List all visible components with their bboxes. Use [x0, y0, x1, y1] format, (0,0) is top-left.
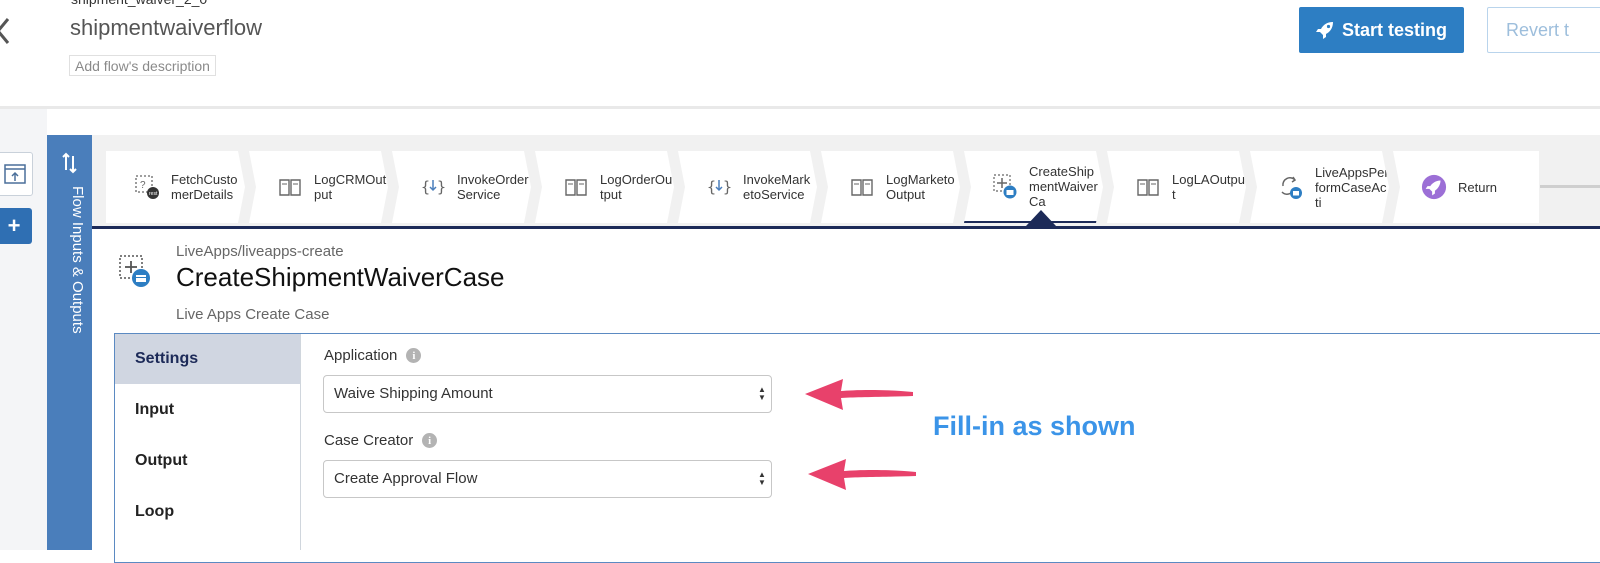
svg-text:{: { — [707, 178, 716, 196]
tab-output[interactable]: Output — [115, 436, 300, 486]
log-book-icon — [563, 174, 589, 200]
activity-name[interactable]: CreateShipmentWaiverCase — [176, 262, 505, 293]
rocket-return-icon — [1421, 174, 1447, 200]
tab-loop[interactable]: Loop — [115, 487, 300, 537]
annotation-text: Fill-in as shown — [933, 411, 1136, 441]
activity-label: LiveAppsPerformCaseActi — [1315, 164, 1389, 210]
info-icon[interactable]: i — [406, 348, 422, 363]
activity-list: ? rest FetchCustomerDetails LogCRMOutput {} I… — [106, 151, 1546, 223]
svg-text:}: } — [723, 178, 732, 196]
activity-label: Return — [1458, 179, 1498, 195]
back-chevron-icon[interactable] — [0, 16, 16, 46]
svg-text:?: ? — [140, 180, 146, 191]
swap-arrows-icon[interactable] — [56, 150, 84, 176]
tab-settings[interactable]: Settings — [115, 334, 300, 384]
rocket-icon — [1315, 22, 1333, 39]
detail-divider — [92, 226, 1600, 229]
svg-text:rest: rest — [149, 191, 158, 197]
flow-title[interactable]: shipmentwaiverflow — [70, 15, 262, 41]
annotation-arrow-icon — [808, 459, 916, 490]
rest-invoke-icon: ? rest — [134, 174, 160, 200]
activity-description: Live Apps Create Case — [176, 306, 330, 323]
application-value: Waive Shipping Amount — [334, 385, 493, 402]
info-icon[interactable]: i — [422, 433, 438, 448]
svg-text:}: } — [437, 178, 446, 196]
app-name: shipment_waiver_2_0 — [71, 0, 207, 7]
tab-input[interactable]: Input — [115, 385, 300, 435]
activity-2[interactable]: LogCRMOutput — [249, 151, 388, 223]
log-book-icon — [277, 174, 303, 200]
add-flow-button[interactable]: + — [0, 208, 32, 244]
log-book-icon — [849, 174, 875, 200]
liveapps-action-icon — [1278, 174, 1304, 200]
activity-6[interactable]: LogMarketoOutput — [821, 151, 960, 223]
application-field-label: Application i — [324, 347, 422, 364]
start-testing-label: Start testing — [1341, 19, 1447, 40]
activity-label: LogLAOutput — [1172, 172, 1246, 202]
upload-window-icon — [3, 164, 26, 184]
flow-description-field[interactable]: Add flow's description — [69, 55, 216, 76]
plus-icon: + — [7, 213, 21, 238]
case-creator-field-label: Case Creator i — [324, 432, 438, 449]
svg-text:{: { — [421, 178, 430, 196]
case-creator-label: Case Creator — [324, 432, 414, 449]
activity-label: CreateShipmentWaiverCa — [1029, 163, 1098, 209]
header-divider — [0, 106, 1600, 109]
activity-label: LogOrderOutput — [600, 172, 673, 202]
liveapps-create-icon — [992, 173, 1018, 199]
log-book-icon — [1135, 174, 1161, 200]
flow-inputs-outputs-label[interactable]: Flow Inputs & Outputs — [69, 186, 86, 334]
activity-path: LiveApps/liveapps-create — [176, 243, 344, 260]
flow-diagram-button[interactable] — [0, 152, 33, 196]
case-creator-select[interactable]: Create Approval Flow ▲ ▼ — [323, 460, 772, 498]
activity-10[interactable]: Return — [1393, 151, 1539, 223]
activity-1[interactable]: ? rest FetchCustomerDetails — [106, 151, 245, 223]
activity-label: FetchCustomerDetails — [171, 172, 238, 202]
activity-label: LogCRMOutput — [314, 172, 387, 202]
select-arrows-icon: ▲ ▼ — [758, 385, 766, 402]
annotation-arrow-icon — [805, 379, 913, 410]
start-testing-button[interactable]: Start testing — [1299, 7, 1464, 53]
invoke-service-icon: {} — [706, 174, 732, 200]
activity-label: InvokeOrderService — [457, 172, 529, 202]
activity-3[interactable]: {} InvokeOrderService — [392, 151, 531, 223]
activity-9[interactable]: LiveAppsPerformCaseActi — [1250, 151, 1389, 223]
activity-4[interactable]: LogOrderOutput — [535, 151, 674, 223]
application-select[interactable]: Waive Shipping Amount ▲ ▼ — [323, 375, 772, 413]
settings-tabs: Settings Input Output Loop — [115, 334, 301, 550]
selected-activity-caret — [1026, 210, 1056, 226]
activity-8[interactable]: LogLAOutput — [1107, 151, 1246, 223]
activity-label: InvokeMarketoService — [743, 172, 811, 202]
select-arrows-icon: ▲ ▼ — [758, 470, 766, 487]
invoke-service-icon: {} — [420, 174, 446, 200]
application-label: Application — [324, 347, 398, 364]
case-creator-value: Create Approval Flow — [334, 470, 478, 487]
flow-connector — [1540, 185, 1600, 188]
activity-label: LogMarketoOutput — [886, 172, 955, 202]
activity-5[interactable]: {} InvokeMarketoService — [678, 151, 817, 223]
liveapps-create-icon — [119, 255, 150, 287]
revert-button[interactable]: Revert t — [1487, 7, 1600, 53]
